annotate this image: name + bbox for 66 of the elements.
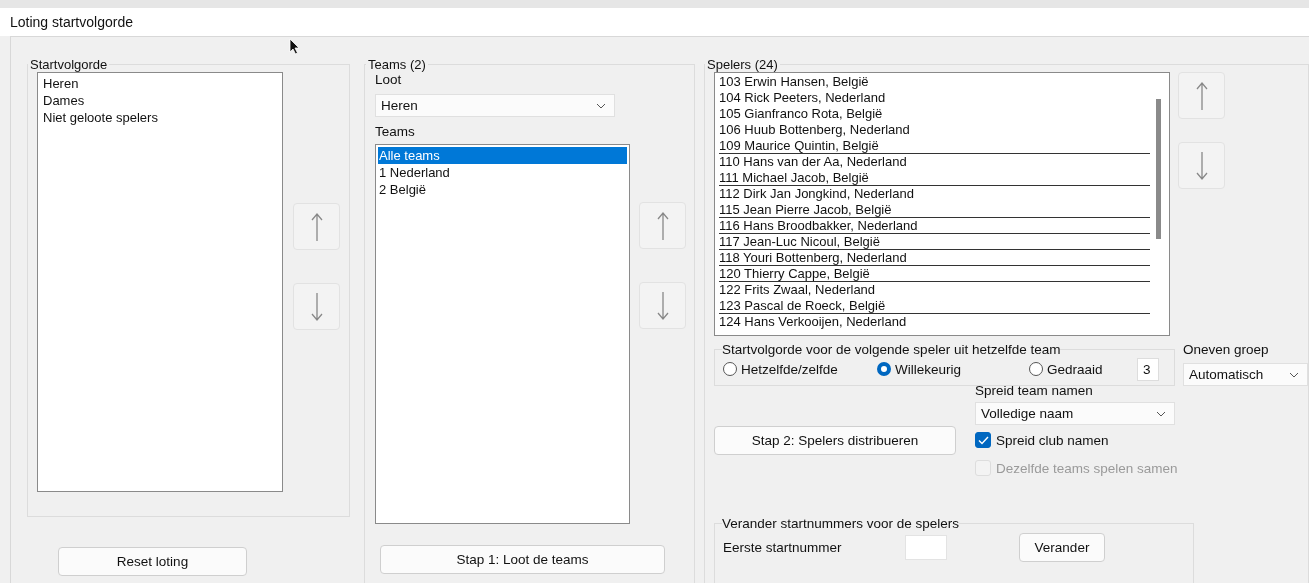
list-item[interactable]: 124 Hans Verkooijen, Nederland: [719, 314, 1150, 330]
list-item[interactable]: 104 Rick Peeters, Nederland: [719, 90, 1150, 106]
list-item[interactable]: 123 Pascal de Roeck, België: [719, 298, 1150, 314]
group-title: Startvolgorde voor de volgende speler uit hetzelfde team: [722, 342, 1061, 357]
chevron-down-icon: [1289, 371, 1299, 378]
list-item[interactable]: 116 Hans Broodbakker, Nederland: [719, 218, 1150, 234]
loot-dropdown[interactable]: Heren: [375, 94, 615, 117]
list-item[interactable]: 118 Youri Bottenberg, Nederland: [719, 250, 1150, 266]
group-title: Spelers (24): [706, 57, 779, 72]
move-up-button[interactable]: [1178, 72, 1225, 119]
up-arrow-icon: [656, 210, 669, 241]
move-down-button[interactable]: [1178, 142, 1225, 189]
field-label: Eerste startnummer: [723, 540, 843, 555]
group-title: Verander startnummers voor de spelers: [722, 516, 960, 531]
group-title: Startvolgorde: [29, 57, 109, 72]
teams-list[interactable]: Alle teams 1 Nederland 2 België: [375, 144, 630, 524]
distribute-button[interactable]: Stap 2: Spelers distribueren: [714, 426, 956, 455]
odd-group-dropdown[interactable]: Automatisch: [1183, 363, 1308, 386]
list-item[interactable]: 120 Thierry Cappe, België: [719, 266, 1150, 282]
list-item[interactable]: 109 Maurice Quintin, België: [719, 138, 1150, 154]
list-item[interactable]: 103 Erwin Hansen, België: [719, 74, 1150, 90]
mouse-pointer-icon: [289, 38, 301, 55]
group-title: Teams (2): [367, 57, 427, 72]
list-item[interactable]: Niet geloote spelers: [42, 109, 278, 126]
players-list[interactable]: [714, 72, 1170, 336]
list-item[interactable]: 105 Gianfranco Rota, België: [719, 106, 1150, 122]
down-arrow-icon: [1195, 150, 1208, 181]
draw-teams-button[interactable]: Stap 1: Loot de teams: [380, 545, 665, 574]
field-label: Teams: [375, 124, 416, 140]
up-arrow-icon: [310, 211, 323, 242]
radio-option[interactable]: Gedraaid: [1029, 361, 1137, 377]
down-arrow-icon: [656, 290, 669, 321]
move-up-button[interactable]: [639, 202, 686, 249]
number-field[interactable]: 3: [1137, 357, 1159, 381]
field-label: Loot: [375, 72, 403, 88]
down-arrow-icon: [310, 291, 323, 322]
field-label: Spreid team namen: [975, 383, 1094, 399]
list-item[interactable]: Heren: [42, 75, 278, 92]
list-item[interactable]: Alle teams: [378, 147, 627, 164]
list-item[interactable]: Dames: [42, 92, 278, 109]
up-arrow-icon: [1195, 80, 1208, 111]
radio-option[interactable]: Hetzelfde/zelfde: [723, 361, 877, 377]
list-item[interactable]: 122 Frits Zwaal, Nederland: [719, 282, 1150, 298]
list-item[interactable]: 111 Michael Jacob, België: [719, 170, 1150, 186]
move-down-button[interactable]: [639, 282, 686, 329]
move-down-button[interactable]: [293, 283, 340, 330]
checkbox-option[interactable]: Spreid club namen: [975, 432, 1178, 448]
list-item[interactable]: 112 Dirk Jan Jongkind, Nederland: [719, 186, 1150, 202]
radio-option[interactable]: Willekeurig: [877, 361, 1029, 377]
change-button[interactable]: Verander: [1019, 533, 1105, 562]
move-up-button[interactable]: [293, 203, 340, 250]
window-title: Loting startvolgorde: [10, 14, 133, 30]
chevron-down-icon: [1156, 410, 1166, 417]
field-label: Oneven groep: [1183, 342, 1270, 358]
start-number-field[interactable]: [905, 535, 947, 560]
list-item[interactable]: 115 Jean Pierre Jacob, België: [719, 202, 1150, 218]
list-item[interactable]: 106 Huub Bottenberg, Nederland: [719, 122, 1150, 138]
list-item[interactable]: 117 Jean-Luc Nicoul, België: [719, 234, 1150, 250]
reset-button[interactable]: Reset loting: [58, 547, 247, 576]
list-item[interactable]: 2 België: [378, 181, 627, 198]
chevron-down-icon: [596, 102, 606, 109]
list-item[interactable]: 110 Hans van der Aa, Nederland: [719, 154, 1150, 170]
list-item[interactable]: 1 Nederland: [378, 164, 627, 181]
startorder-list[interactable]: Heren Dames Niet geloote spelers: [37, 72, 283, 492]
spread-dropdown[interactable]: Volledige naam: [975, 402, 1175, 425]
scrollbar-thumb[interactable]: [1156, 99, 1161, 239]
